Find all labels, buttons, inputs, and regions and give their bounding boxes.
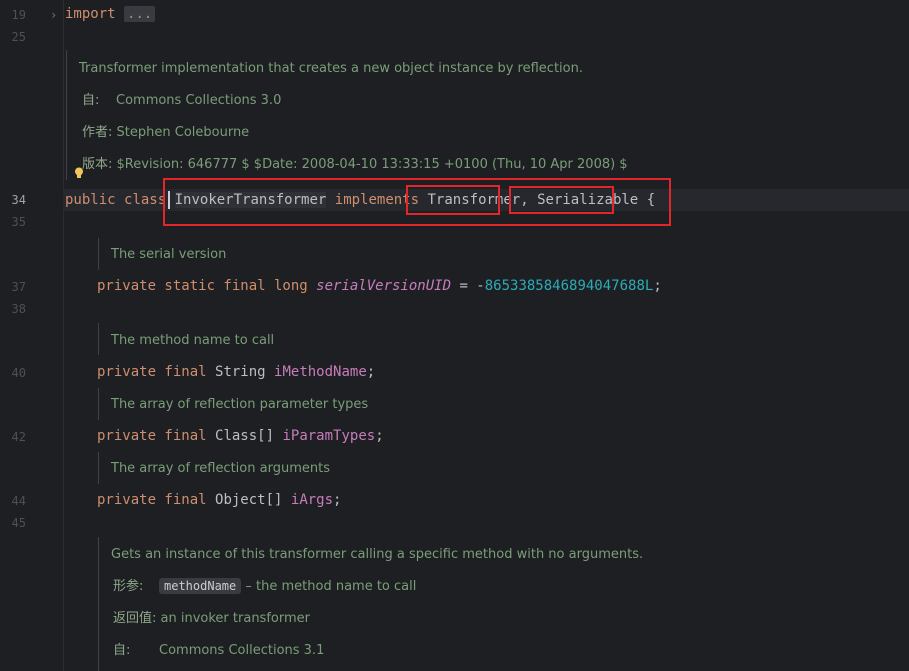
param-types-javadoc: The array of reflection parameter types xyxy=(98,388,599,420)
semicolon: ; xyxy=(375,428,384,444)
serial-field-line: private static final long serialVersionU… xyxy=(97,276,662,296)
doc-since-label: 自: xyxy=(82,93,100,108)
serial-field-name[interactable]: serialVersionUID xyxy=(316,278,451,294)
doc-since: 自: Commons Collections 3.1 xyxy=(113,642,324,660)
class-javadoc: Transformer implementation that creates … xyxy=(66,50,767,180)
semicolon: ; xyxy=(653,278,662,294)
doc-return: 返回值: an invoker transformer xyxy=(113,610,310,628)
modifiers: private final xyxy=(97,364,207,380)
doc-text: The serial version xyxy=(111,247,227,262)
doc-summary: Gets an instance of this transformer cal… xyxy=(111,547,644,562)
assign-operator: = - xyxy=(451,278,485,294)
doc-since-label: 自: xyxy=(113,643,131,658)
field-type[interactable]: Object[] xyxy=(215,492,282,508)
line-number-current: 34 xyxy=(11,193,26,207)
doc-author: 作者: Stephen Colebourne xyxy=(82,124,249,142)
line-number: 44 xyxy=(11,494,26,508)
serial-value: 8653385846894047688L xyxy=(484,278,654,294)
method-name-field-line: private final String iMethodName; xyxy=(97,362,375,382)
line-number: 38 xyxy=(11,302,26,316)
param-types-field[interactable]: iParamTypes xyxy=(282,428,375,444)
doc-author-label: 作者: xyxy=(82,125,113,140)
doc-text: The array of reflection parameter types xyxy=(111,397,369,412)
doc-since: 自: Commons Collections 3.0 xyxy=(82,92,281,110)
line-number: 37 xyxy=(11,280,26,294)
lightbulb-icon[interactable] xyxy=(74,167,84,179)
import-line: import ... xyxy=(65,4,156,24)
folded-imports[interactable]: ... xyxy=(124,6,156,22)
line-number: 35 xyxy=(11,215,26,229)
semicolon: ; xyxy=(366,364,376,380)
public-keyword: public xyxy=(65,192,116,208)
doc-text: The array of reflection arguments xyxy=(111,461,330,476)
doc-version-label: 版本: xyxy=(82,157,113,172)
line-number: 42 xyxy=(11,430,26,444)
get-instance-javadoc: Gets an instance of this transformer cal… xyxy=(98,537,799,671)
doc-param: 形参: methodName – the method name to call xyxy=(113,577,416,596)
method-name-javadoc: The method name to call xyxy=(98,323,599,355)
doc-version-value: $Revision: 646777 $ $Date: 2008-04-10 13… xyxy=(116,157,628,172)
doc-text: The method name to call xyxy=(111,333,275,348)
fold-chevron-right-icon[interactable]: › xyxy=(50,5,57,25)
doc-since-value: Commons Collections 3.1 xyxy=(159,643,325,658)
field-type[interactable]: String xyxy=(215,364,266,380)
line-number: 19 xyxy=(11,8,26,22)
doc-summary: Transformer implementation that creates … xyxy=(79,61,583,76)
line-number: 25 xyxy=(11,30,26,44)
line-number: 40 xyxy=(11,366,26,380)
param-types-field-line: private final Class[] iParamTypes; xyxy=(97,426,384,446)
modifiers: private final xyxy=(97,492,207,508)
import-keyword: import xyxy=(65,6,116,22)
field-type[interactable]: Class[] xyxy=(215,428,274,444)
modifiers: private final xyxy=(97,428,207,444)
doc-author-value: Stephen Colebourne xyxy=(116,125,250,140)
doc-param-label: 形参: xyxy=(113,579,144,594)
args-field-line: private final Object[] iArgs; xyxy=(97,490,341,510)
method-name-field[interactable]: iMethodName xyxy=(274,364,367,380)
args-field[interactable]: iArgs xyxy=(291,492,333,508)
line-number: 45 xyxy=(11,516,26,530)
highlight-box-serializable xyxy=(509,186,614,214)
modifiers: private static final long xyxy=(97,278,308,294)
highlight-box-transformer xyxy=(406,185,500,215)
doc-return-label: 返回值: xyxy=(113,611,157,626)
serial-javadoc: The serial version xyxy=(98,238,599,270)
line-number-gutter[interactable] xyxy=(0,0,64,671)
doc-param-desc: – the method name to call xyxy=(245,579,417,594)
doc-param-name: methodName xyxy=(159,578,242,594)
doc-version: 版本: $Revision: 646777 $ $Date: 2008-04-1… xyxy=(82,156,628,174)
semicolon: ; xyxy=(333,492,342,508)
args-javadoc: The array of reflection arguments xyxy=(98,452,599,484)
doc-since-value: Commons Collections 3.0 xyxy=(116,93,282,108)
doc-return-value: an invoker transformer xyxy=(160,611,310,626)
class-keyword: class xyxy=(124,192,167,208)
